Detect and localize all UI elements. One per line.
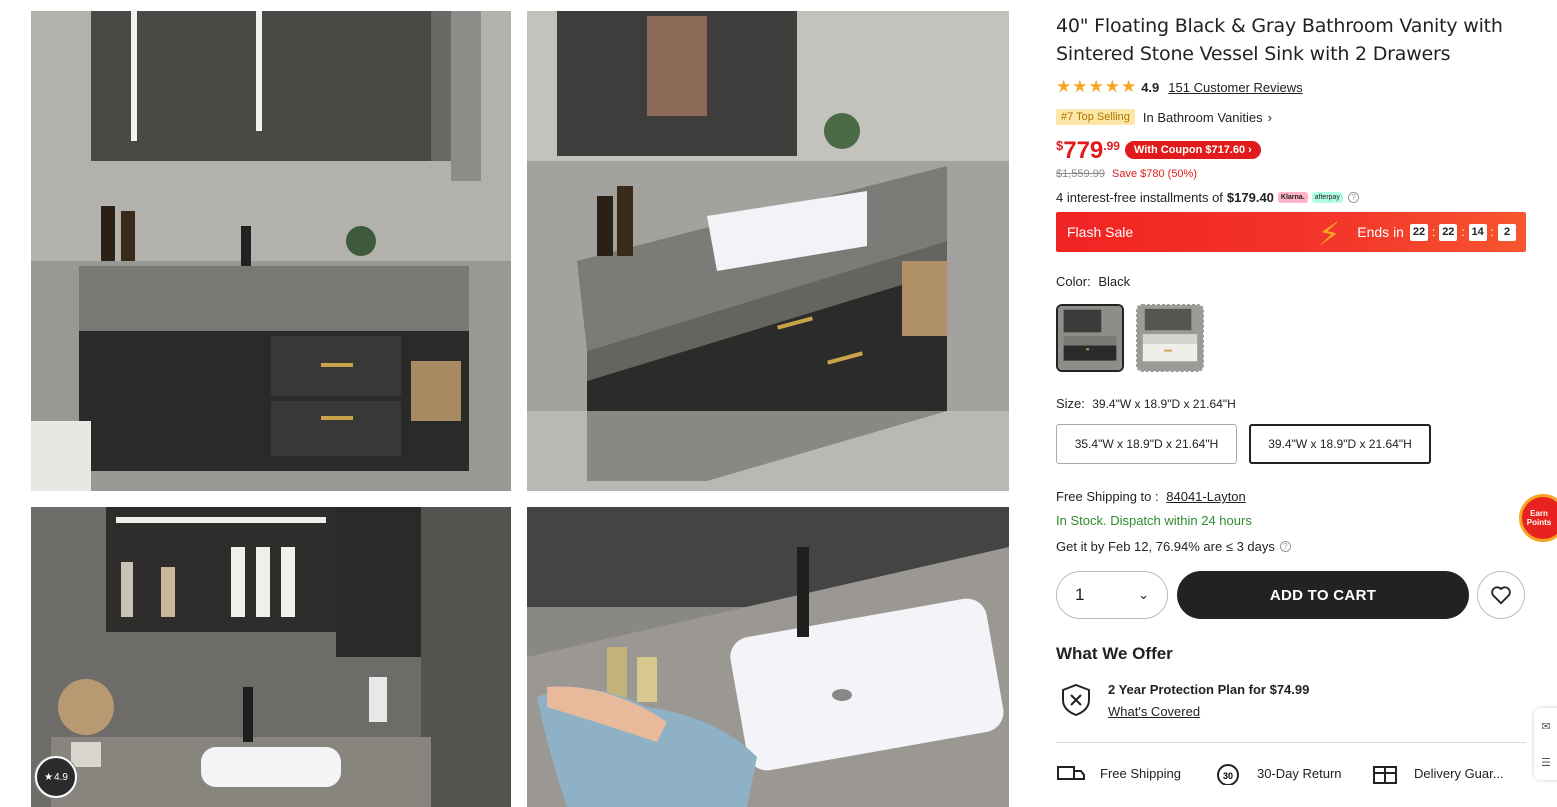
color-label: Color: <box>1056 274 1091 289</box>
product-gallery: ★ 4.9 <box>31 11 1009 807</box>
size-option-35[interactable]: 35.4"W x 18.9"D x 21.64"H <box>1056 424 1237 464</box>
stock-status: In Stock. Dispatch within 24 hours <box>1056 513 1252 528</box>
offer-section-title: What We Offer <box>1056 644 1173 663</box>
rating-value: 4.9 <box>1141 79 1160 95</box>
timer-tenths: 2 <box>1498 223 1516 241</box>
size-option-39[interactable]: 39.4"W x 18.9"D x 21.64"H <box>1249 424 1431 464</box>
color-value: Black <box>1098 274 1131 289</box>
price-cents: .99 <box>1103 139 1120 153</box>
rating-row: ★★★★★ 4.9 151 Customer Reviews <box>1056 77 1528 97</box>
gallery-image-front[interactable] <box>31 11 511 491</box>
rank-row[interactable]: #7 Top Selling In Bathroom Vanities › <box>1056 107 1528 127</box>
size-label: Size: <box>1056 396 1085 411</box>
installments-text: 4 interest-free installments of <box>1056 189 1223 205</box>
color-row: Color: Black <box>1056 274 1528 290</box>
current-price: $ 779 .99 <box>1056 138 1120 164</box>
price-whole: 779 <box>1063 137 1104 164</box>
side-contact-tab[interactable]: ✉ ☰ <box>1534 708 1557 780</box>
perk-label: Delivery Guar... <box>1414 765 1504 781</box>
box-icon <box>1373 766 1397 784</box>
was-price: $1,559.99 <box>1056 168 1105 180</box>
help-icon[interactable]: ? <box>1279 540 1291 552</box>
gallery-image-cleaning[interactable] <box>527 507 1009 807</box>
reviews-link[interactable]: 151 Customer Reviews <box>1168 80 1302 95</box>
cart-row: 1 ⌄ ADD TO CART <box>1056 571 1528 619</box>
perk-free-shipping[interactable]: Free Shipping <box>1056 761 1213 785</box>
was-price-row: $1,559.99 Save $780 (50%) <box>1056 168 1528 182</box>
perk-return[interactable]: 30 30-Day Return <box>1213 761 1370 785</box>
afterpay-logo: afterpay <box>1311 191 1343 203</box>
color-swatch-black[interactable] <box>1056 304 1124 372</box>
shipping-location-link[interactable]: 84041-Layton <box>1166 489 1246 504</box>
svg-text:30: 30 <box>1223 771 1233 781</box>
gallery-image-angle[interactable] <box>527 11 1009 491</box>
quantity-select[interactable]: 1 ⌄ <box>1056 571 1168 619</box>
klarna-logo: Klarna. <box>1277 191 1308 203</box>
size-options: 35.4"W x 18.9"D x 21.64"H 39.4"W x 18.9"… <box>1056 424 1528 464</box>
wishlist-button[interactable] <box>1477 571 1525 619</box>
delivery-eta: Get it by Feb 12, 76.94% are ≤ 3 days ? <box>1056 537 1528 555</box>
coupon-badge[interactable]: With Coupon $717.60 › <box>1124 141 1261 159</box>
quantity-value: 1 <box>1075 585 1085 604</box>
gallery-rating-value: 4.9 <box>54 771 68 783</box>
return-30-icon: 30 <box>1217 764 1239 785</box>
color-swatch-white[interactable] <box>1136 304 1204 372</box>
installments-row: 4 interest-free installments of $179.40 … <box>1056 189 1528 205</box>
timer-hours: 22 <box>1409 223 1428 241</box>
price-currency: $ <box>1056 138 1064 153</box>
installments-amount: $179.40 <box>1226 189 1274 205</box>
truck-icon <box>1057 766 1085 780</box>
product-title: 40" Floating Black & Gray Bathroom Vanit… <box>1056 15 1503 65</box>
flash-sale-banner: Flash Sale ⚡ Ends in 22 : 22 : 14 : 2 <box>1056 212 1526 252</box>
add-to-cart-button[interactable]: ADD TO CART <box>1177 571 1469 619</box>
chevron-right-icon: › <box>1248 144 1252 156</box>
countdown-timer: 22 : 22 : 14 : 2 <box>1409 223 1516 241</box>
perk-label: Free Shipping <box>1100 765 1181 781</box>
whats-covered-link[interactable]: What's Covered <box>1108 704 1309 719</box>
gallery-image-cabinet[interactable] <box>31 507 511 807</box>
save-amount: Save $780 (50%) <box>1112 168 1197 180</box>
star-icon: ★ <box>44 771 54 783</box>
size-value: 39.4"W x 18.9"D x 21.64"H <box>1092 397 1236 411</box>
coupon-label: With Coupon $717.60 <box>1133 144 1246 156</box>
perks-row: Free Shipping 30 30-Day Return Delivery … <box>1056 761 1528 785</box>
mail-icon[interactable]: ✉ <box>1541 720 1550 733</box>
protection-plan-title: 2 Year Protection Plan for $74.99 <box>1108 682 1310 697</box>
shipping-label: Free Shipping to : <box>1056 489 1159 504</box>
chat-icon[interactable]: ☰ <box>1541 756 1551 769</box>
divider <box>1056 742 1526 743</box>
chevron-down-icon: ⌄ <box>1138 587 1149 602</box>
price-row: $ 779 .99 With Coupon $717.60 › <box>1056 138 1528 166</box>
rating-stars-icon: ★★★★★ <box>1056 77 1138 96</box>
gallery-rating-badge[interactable]: ★ 4.9 <box>35 756 77 798</box>
shield-icon <box>1062 683 1090 717</box>
rank-category[interactable]: In Bathroom Vanities <box>1143 110 1263 125</box>
chevron-right-icon: › <box>1267 109 1272 125</box>
ends-in-label: Ends in <box>1357 224 1404 240</box>
perk-label: 30-Day Return <box>1257 765 1342 781</box>
timer-seconds: 14 <box>1468 223 1487 241</box>
rank-badge: #7 Top Selling <box>1056 109 1135 125</box>
protection-plan-offer: 2 Year Protection Plan for $74.99 What's… <box>1056 682 1528 724</box>
heart-icon <box>1491 586 1511 605</box>
timer-minutes: 22 <box>1439 223 1458 241</box>
flash-sale-label: Flash Sale <box>1067 224 1134 240</box>
lightning-icon: ⚡ <box>1318 216 1341 252</box>
perk-delivery-guarantee[interactable]: Delivery Guar... <box>1370 761 1527 785</box>
shipping-row: Free Shipping to : 84041-Layton <box>1056 489 1528 507</box>
delivery-eta-text: Get it by Feb 12, 76.94% are ≤ 3 days <box>1056 538 1275 554</box>
size-row: Size: 39.4"W x 18.9"D x 21.64"H <box>1056 396 1528 412</box>
help-icon[interactable]: ? <box>1347 191 1359 203</box>
color-swatches <box>1056 304 1528 372</box>
product-info-panel: 40" Floating Black & Gray Bathroom Vanit… <box>1056 12 1528 785</box>
